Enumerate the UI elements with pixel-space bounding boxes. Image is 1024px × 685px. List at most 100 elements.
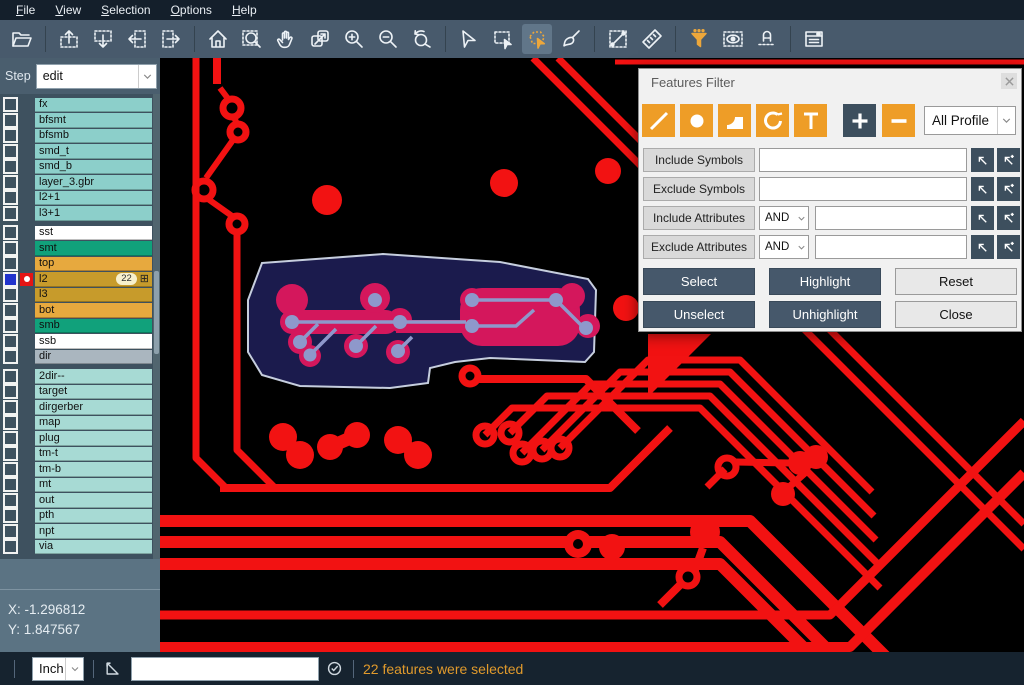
- text-feature-button[interactable]: [794, 104, 827, 137]
- menu-item-options[interactable]: Options: [161, 1, 222, 20]
- layer-checkbox[interactable]: [3, 287, 18, 302]
- layer-checkbox[interactable]: [3, 462, 18, 477]
- shift-view-right-button[interactable]: [156, 24, 186, 54]
- layer-row-tm-b[interactable]: tm-b: [0, 462, 160, 478]
- layer-checkbox[interactable]: [3, 303, 18, 318]
- layer-checkbox[interactable]: [3, 113, 18, 128]
- zoom-in-button[interactable]: [339, 24, 369, 54]
- line-feature-button[interactable]: [642, 104, 675, 137]
- include-attributes-input[interactable]: [815, 206, 967, 230]
- layer-name-bar[interactable]: smd_t: [35, 144, 152, 159]
- menu-item-help[interactable]: Help: [222, 1, 267, 20]
- positive-mode-button[interactable]: [843, 104, 876, 137]
- layer-row-bot[interactable]: bot: [0, 303, 160, 319]
- exclude-attributes-button[interactable]: Exclude Attributes: [643, 235, 755, 259]
- layer-checkbox[interactable]: [3, 369, 18, 384]
- menu-item-view[interactable]: View: [45, 1, 91, 20]
- layer-name-bar[interactable]: 2dir--: [35, 369, 152, 384]
- unselect-button[interactable]: Unselect: [643, 301, 755, 328]
- layer-indicator[interactable]: [20, 242, 33, 255]
- layer-name-bar[interactable]: ssb: [35, 334, 152, 349]
- layer-indicator[interactable]: [20, 207, 33, 220]
- layer-checkbox[interactable]: [3, 190, 18, 205]
- layer-indicator[interactable]: [20, 370, 33, 383]
- layer-name-bar[interactable]: target: [35, 385, 152, 400]
- layer-checkbox[interactable]: [3, 318, 18, 333]
- arc-feature-button[interactable]: [756, 104, 789, 137]
- layer-row-l2[interactable]: l222⊞: [0, 272, 160, 288]
- pick-add-attribute-button[interactable]: [997, 235, 1020, 259]
- layer-name-bar[interactable]: bot: [35, 303, 152, 318]
- layer-row-out[interactable]: out: [0, 493, 160, 509]
- layer-indicator[interactable]: [20, 304, 33, 317]
- layer-row-smd_t[interactable]: smd_t: [0, 144, 160, 160]
- pick-symbol-button[interactable]: [971, 148, 994, 172]
- layer-row-pth[interactable]: pth: [0, 508, 160, 524]
- layer-indicator[interactable]: [20, 478, 33, 491]
- layer-checkbox[interactable]: [3, 508, 18, 523]
- swap-view-button[interactable]: [305, 24, 335, 54]
- layer-checkbox[interactable]: [3, 431, 18, 446]
- layer-row-tm-t[interactable]: tm-t: [0, 446, 160, 462]
- layer-indicator[interactable]: [20, 114, 33, 127]
- layer-row-plug[interactable]: plug: [0, 431, 160, 447]
- layer-row-via[interactable]: via: [0, 539, 160, 555]
- layer-name-bar[interactable]: map: [35, 416, 152, 431]
- surface-feature-button[interactable]: [718, 104, 751, 137]
- layer-indicator[interactable]: [20, 335, 33, 348]
- layer-checkbox[interactable]: [3, 477, 18, 492]
- layer-row-ssb[interactable]: ssb: [0, 334, 160, 350]
- layer-name-bar[interactable]: l3: [35, 288, 152, 303]
- snap-angle-icon[interactable]: [103, 659, 123, 679]
- layer-checkbox[interactable]: [3, 128, 18, 143]
- layer-checkbox[interactable]: [3, 539, 18, 554]
- layer-row-2dir--[interactable]: 2dir--: [0, 369, 160, 385]
- show-hide-button[interactable]: [718, 24, 748, 54]
- layer-checkbox[interactable]: [3, 446, 18, 461]
- layer-row-l2+1[interactable]: l2+1: [0, 190, 160, 206]
- dialog-close-button[interactable]: [1001, 73, 1017, 89]
- pick-symbol-button[interactable]: [971, 177, 994, 201]
- layer-checkbox[interactable]: [3, 241, 18, 256]
- layer-name-bar[interactable]: dirgerber: [35, 400, 152, 415]
- layer-row-bfsmt[interactable]: bfsmt: [0, 113, 160, 129]
- scrollbar-thumb[interactable]: [154, 271, 159, 355]
- pick-attribute-button[interactable]: [971, 235, 994, 259]
- open-file-button[interactable]: [7, 24, 37, 54]
- layer-scrollbar[interactable]: [153, 94, 160, 559]
- layer-name-bar[interactable]: sst: [35, 226, 152, 241]
- layer-row-fx[interactable]: fx: [0, 97, 160, 113]
- measure-line-button[interactable]: [603, 24, 633, 54]
- layer-row-dir[interactable]: dir: [0, 349, 160, 365]
- layer-name-bar[interactable]: npt: [35, 524, 152, 539]
- layer-name-bar[interactable]: bfsmt: [35, 113, 152, 128]
- layer-name-bar[interactable]: fx: [35, 98, 152, 113]
- layer-row-smb[interactable]: smb: [0, 318, 160, 334]
- layer-name-bar[interactable]: dir: [35, 350, 152, 365]
- layer-indicator[interactable]: [20, 288, 33, 301]
- layer-checkbox[interactable]: [3, 493, 18, 508]
- layer-name-bar[interactable]: tm-t: [35, 447, 152, 462]
- layer-row-sst[interactable]: sst: [0, 225, 160, 241]
- layer-row-dirgerber[interactable]: dirgerber: [0, 400, 160, 416]
- layer-checkbox[interactable]: [3, 159, 18, 174]
- layer-row-l3[interactable]: l3: [0, 287, 160, 303]
- layer-name-bar[interactable]: top: [35, 257, 152, 272]
- layer-name-bar[interactable]: via: [35, 540, 152, 555]
- layer-row-bfsmb[interactable]: bfsmb: [0, 128, 160, 144]
- layer-row-target[interactable]: target: [0, 384, 160, 400]
- select-pointer-button[interactable]: [454, 24, 484, 54]
- paint-button[interactable]: [556, 24, 586, 54]
- grid-icon[interactable]: ⊞: [140, 273, 149, 285]
- select-button[interactable]: Select: [643, 268, 755, 295]
- layer-indicator[interactable]: [20, 432, 33, 445]
- layer-checkbox[interactable]: [3, 524, 18, 539]
- layer-row-mt[interactable]: mt: [0, 477, 160, 493]
- snap-button[interactable]: [752, 24, 782, 54]
- pick-add-symbol-button[interactable]: [997, 177, 1020, 201]
- layer-row-top[interactable]: top: [0, 256, 160, 272]
- shift-view-left-button[interactable]: [122, 24, 152, 54]
- layer-name-bar[interactable]: layer_3.gbr: [35, 175, 152, 190]
- active-layer-indicator[interactable]: [20, 273, 33, 286]
- include-symbols-input[interactable]: [759, 148, 967, 172]
